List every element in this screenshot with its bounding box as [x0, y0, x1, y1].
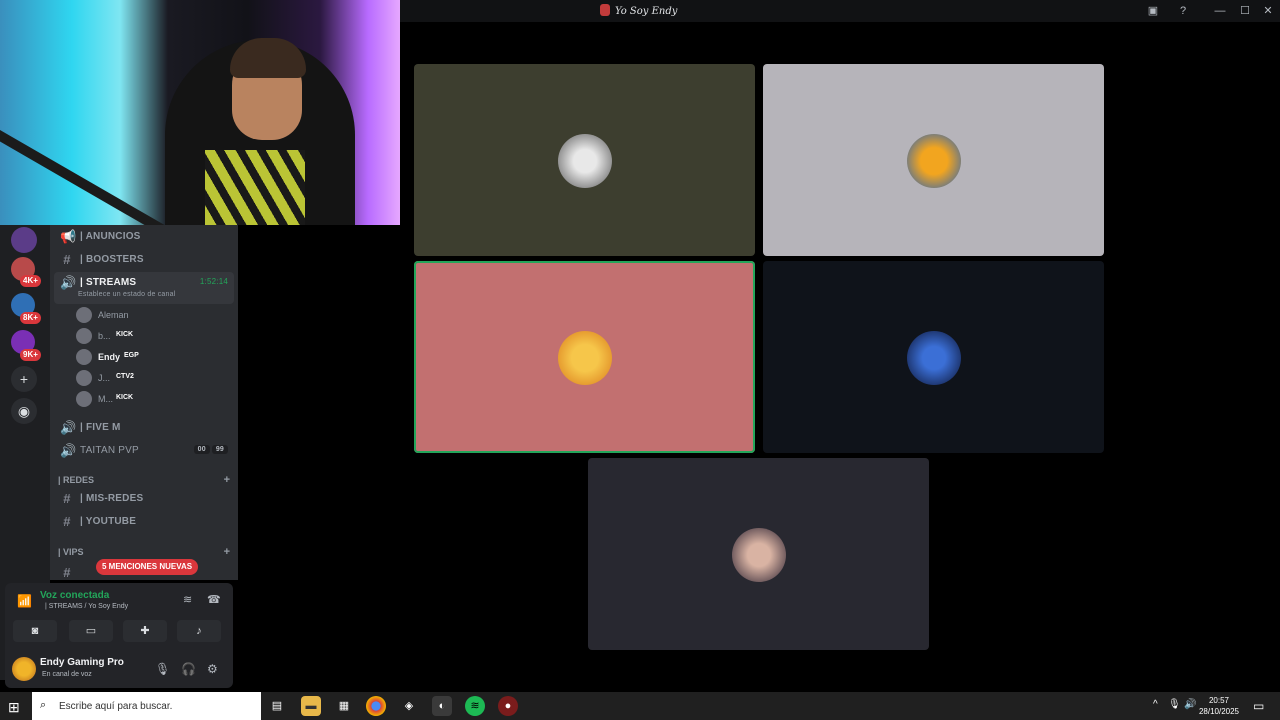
minimize-button[interactable]: — — [1212, 3, 1228, 19]
microphone-icon[interactable]: 🎙 — [1168, 699, 1181, 710]
channel-list: 📢 | ANUNCIOS # | BOOSTERS 🔊 | STREAMS 1:… — [50, 225, 238, 580]
user-panel: Endy Gaming Pro En canal de voz 🎙 🎧 ⚙ — [5, 650, 233, 688]
user-limit: 00 99 — [193, 445, 228, 454]
channel-status[interactable]: Establece un estado de canal — [78, 291, 175, 298]
live-tag: CTV2 — [116, 373, 134, 380]
file-explorer-icon[interactable]: ▬ — [301, 696, 321, 716]
live-tag: KICK — [116, 331, 134, 338]
channel-boosters[interactable]: # | BOOSTERS — [54, 249, 234, 271]
voice-user[interactable]: Endy EGP — [76, 347, 234, 367]
participant-tile[interactable] — [763, 261, 1104, 453]
title-bar: Yo Soy Endy ▣ ? — ☐ ✕ — [400, 0, 1280, 22]
spotify-icon[interactable]: ≋ — [465, 696, 485, 716]
chrome-icon[interactable] — [366, 696, 386, 716]
avatar — [76, 349, 92, 365]
live-tag: EGP — [124, 352, 139, 359]
live-tag: KICK — [116, 394, 134, 401]
channel-taitan-pvp[interactable]: 🔊 TAITAN PVP 00 99 — [54, 440, 234, 462]
avatar — [907, 134, 961, 188]
search-icon: ⌕ — [40, 699, 47, 711]
participant-tile-speaking[interactable] — [414, 261, 755, 453]
speaker-icon: 🔊 — [60, 420, 77, 435]
webcam-overlay — [0, 0, 400, 225]
add-channel-icon[interactable]: + — [224, 546, 230, 558]
category-redes[interactable]: | REDES + — [58, 474, 234, 489]
avatar — [76, 370, 92, 386]
participant-tile[interactable] — [414, 64, 755, 256]
add-server-icon[interactable]: + — [11, 366, 37, 392]
signal-icon[interactable]: 📶 — [17, 594, 32, 608]
help-icon[interactable]: ? — [1175, 3, 1191, 19]
avatar — [558, 134, 612, 188]
notification-badge: 4K+ — [20, 275, 41, 287]
avatar — [907, 331, 961, 385]
channel-anuncios[interactable]: 📢 | ANUNCIOS — [54, 226, 234, 248]
notification-badge: 8K+ — [20, 312, 41, 324]
microphone-icon[interactable]: 🎙 — [155, 662, 170, 676]
taskbar-search[interactable]: ⌕ Escribe aquí para buscar. — [32, 692, 261, 720]
taskbar: ⊞ ⌕ Escribe aquí para buscar. ▤ ▬ ▦ ◈ ◐ … — [0, 692, 1280, 720]
speaker-icon: 🔊 — [60, 443, 77, 458]
inbox-icon[interactable]: ▣ — [1145, 3, 1161, 19]
close-button[interactable]: ✕ — [1260, 3, 1276, 19]
gear-icon[interactable]: ⚙ — [207, 662, 218, 676]
window-title: Yo Soy Endy — [600, 4, 1100, 17]
store-icon[interactable]: ▦ — [334, 696, 354, 716]
windows-start-icon[interactable]: ⊞ — [8, 699, 20, 716]
participant-tile[interactable] — [763, 64, 1104, 256]
maximize-button[interactable]: ☐ — [1237, 3, 1253, 19]
speaker-icon: 🔊 — [60, 275, 77, 290]
hash-icon: # — [63, 565, 71, 580]
screen-share-button[interactable]: ▭ — [69, 620, 113, 642]
avatar — [76, 328, 92, 344]
hash-icon: # — [63, 252, 71, 267]
chevron-up-icon[interactable]: ^ — [1153, 699, 1158, 710]
volume-icon[interactable]: 🔊 — [1184, 699, 1196, 710]
obs-icon[interactable]: ● — [498, 696, 518, 716]
streamer-hair — [230, 38, 306, 78]
camera-button[interactable]: ◙ — [13, 620, 57, 642]
voice-user[interactable]: Aleman — [76, 305, 234, 325]
server-icon[interactable] — [11, 227, 37, 253]
avatar — [76, 391, 92, 407]
avatar — [76, 307, 92, 323]
mic-arm — [0, 130, 182, 225]
app-icon[interactable]: ◈ — [399, 696, 419, 716]
avatar — [732, 528, 786, 582]
channel-five-m[interactable]: 🔊 | FIVE M — [54, 417, 234, 439]
headphones-icon[interactable]: 🎧 — [181, 662, 196, 676]
system-clock[interactable]: 20:57 28/10/2025 — [1196, 695, 1242, 717]
voice-connected-panel: 📶 Voz conectada | STREAMS / Yo Soy Endy … — [5, 583, 233, 650]
shirt-print — [205, 150, 305, 225]
megaphone-icon: 📢 — [60, 229, 77, 244]
channel-mis-redes[interactable]: # | MIS-REDES — [54, 488, 234, 510]
hash-icon: # — [63, 514, 71, 529]
notification-icon[interactable]: ▭ — [1253, 699, 1264, 713]
activities-button[interactable]: ✚ — [123, 620, 167, 642]
disconnect-icon[interactable]: ☎ — [207, 593, 221, 606]
participant-tile[interactable] — [588, 458, 929, 650]
server-logo-icon — [600, 4, 610, 16]
voice-user[interactable]: b... KICK — [76, 326, 234, 346]
noise-suppression-icon[interactable]: ≋ — [183, 593, 192, 606]
channel-streams[interactable]: 🔊 | STREAMS 1:52:14 Establece un estado … — [54, 272, 234, 304]
voice-user[interactable]: J... CTV2 — [76, 368, 234, 388]
soundboard-button[interactable]: ♪ — [177, 620, 221, 642]
voice-timer: 1:52:14 — [199, 277, 228, 286]
avatar[interactable] — [12, 657, 36, 681]
notification-badge: 9K+ — [20, 349, 41, 361]
add-channel-icon[interactable]: + — [224, 474, 230, 486]
new-mentions-pill[interactable]: 5 MENCIONES NUEVAS — [96, 559, 199, 575]
voice-user[interactable]: M... KICK — [76, 389, 234, 409]
task-view-icon[interactable]: ▤ — [267, 696, 287, 716]
avatar — [558, 331, 612, 385]
hash-icon: # — [63, 491, 71, 506]
channel-youtube[interactable]: # | YOUTUBE — [54, 511, 234, 533]
explore-icon[interactable]: ◉ — [11, 398, 37, 424]
discord-icon[interactable]: ◐ — [432, 696, 452, 716]
